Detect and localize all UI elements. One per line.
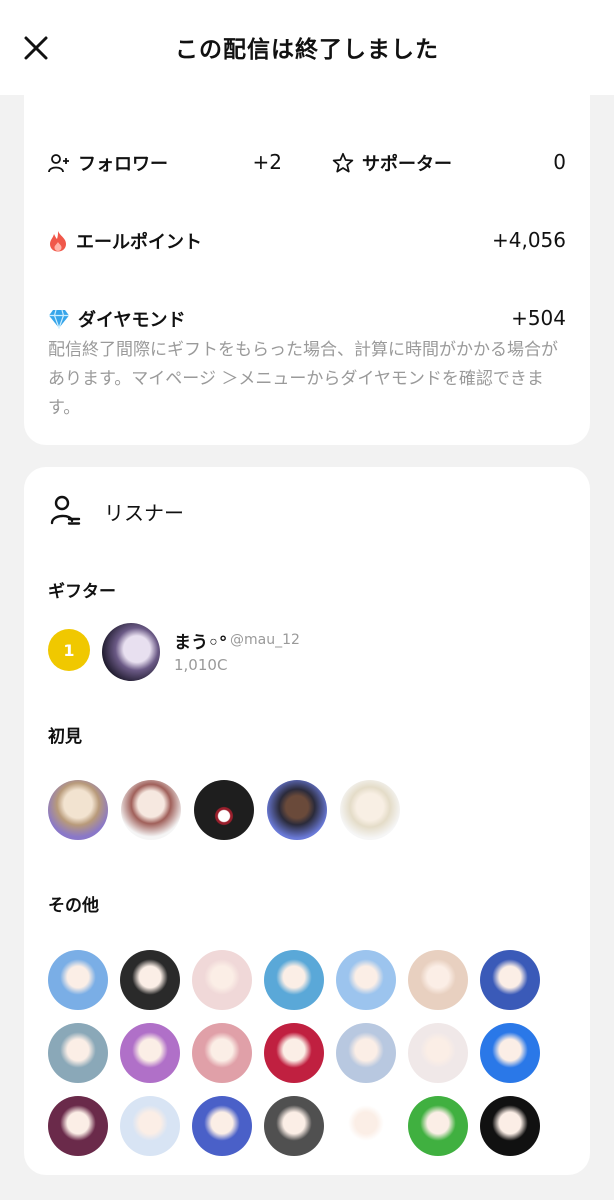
diamond-note: 配信終了間際にギフトをもらった場合、計算に時間がかかる場合があります。マイページ… bbox=[48, 340, 558, 418]
listener-avatar[interactable] bbox=[192, 1096, 252, 1156]
diamonds-label: ダイヤモンド bbox=[78, 310, 186, 331]
gifter-name[interactable]: まう◦° bbox=[174, 628, 227, 653]
listener-avatar[interactable] bbox=[340, 780, 400, 840]
page-title: この配信は終了しました bbox=[175, 37, 439, 63]
yell-points-stat: エールポイント bbox=[48, 228, 202, 254]
listener-avatar[interactable] bbox=[480, 1096, 540, 1156]
gifter-handle: @mau_12 bbox=[230, 632, 300, 648]
diamonds-stat: ダイヤモンド bbox=[48, 306, 185, 332]
stats-card: フォロワー +2 サポーター 0 エールポイント +4,056 ダイヤモンド +… bbox=[24, 70, 590, 445]
followers-value: +2 bbox=[252, 150, 282, 174]
fire-icon bbox=[50, 231, 66, 252]
listener-avatar[interactable] bbox=[121, 780, 181, 840]
yell-points-value: +4,056 bbox=[491, 228, 566, 252]
supporters-stat: サポーター bbox=[332, 150, 452, 176]
listener-avatar[interactable] bbox=[120, 1096, 180, 1156]
listener-avatar[interactable] bbox=[120, 950, 180, 1010]
yell-points-label: エールポイント bbox=[76, 232, 202, 253]
listeners-title: リスナー bbox=[104, 501, 184, 525]
listener-avatar[interactable] bbox=[408, 1096, 468, 1156]
gifters-title: ギフター bbox=[48, 582, 116, 602]
listener-avatar[interactable] bbox=[48, 1023, 108, 1083]
listeners-card: リスナー ギフター 1 まう◦° @mau_12 1,010C 初見 その他 bbox=[24, 467, 590, 1175]
listener-avatar[interactable] bbox=[192, 1023, 252, 1083]
supporters-value: 0 bbox=[553, 150, 566, 174]
listener-icon bbox=[50, 495, 81, 525]
rank-badge: 1 bbox=[48, 629, 90, 671]
listener-avatar[interactable] bbox=[120, 1023, 180, 1083]
diamond-icon bbox=[49, 309, 69, 329]
star-icon bbox=[332, 152, 354, 173]
add-user-icon bbox=[48, 154, 69, 173]
listener-avatar[interactable] bbox=[480, 950, 540, 1010]
listener-avatar[interactable] bbox=[267, 780, 327, 840]
listener-avatar[interactable] bbox=[192, 950, 252, 1010]
listener-avatar[interactable] bbox=[480, 1023, 540, 1083]
first-time-title: 初見 bbox=[48, 727, 82, 747]
first-time-avatars bbox=[48, 780, 400, 840]
listener-avatar[interactable] bbox=[408, 950, 468, 1010]
listener-avatar[interactable] bbox=[48, 950, 108, 1010]
listener-avatar[interactable] bbox=[336, 950, 396, 1010]
listener-avatar[interactable] bbox=[264, 1096, 324, 1156]
listener-avatar[interactable] bbox=[48, 1096, 108, 1156]
listener-avatar[interactable] bbox=[336, 1023, 396, 1083]
diamonds-value: +504 bbox=[511, 306, 566, 330]
other-listener-avatars bbox=[48, 950, 540, 1156]
supporters-label: サポーター bbox=[362, 154, 452, 175]
followers-label: フォロワー bbox=[78, 154, 168, 175]
others-title: その他 bbox=[48, 896, 99, 916]
listener-avatar[interactable] bbox=[264, 950, 324, 1010]
listener-avatar[interactable] bbox=[48, 780, 108, 840]
listener-avatar[interactable] bbox=[336, 1096, 396, 1156]
listener-avatar[interactable] bbox=[264, 1023, 324, 1083]
listener-avatar[interactable] bbox=[194, 780, 254, 840]
header: この配信は終了しました bbox=[0, 0, 614, 95]
followers-stat: フォロワー bbox=[48, 150, 168, 176]
listener-avatar[interactable] bbox=[408, 1023, 468, 1083]
gifter-avatar[interactable] bbox=[102, 623, 160, 681]
gifter-coins: 1,010C bbox=[174, 656, 228, 674]
